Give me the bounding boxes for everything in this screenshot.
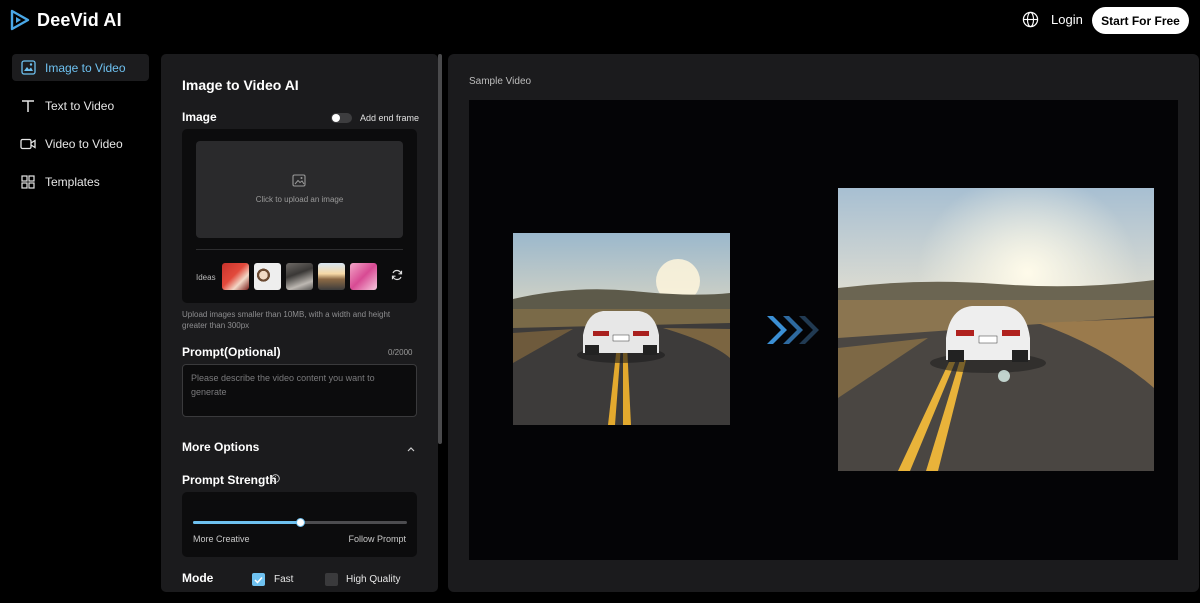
idea-thumbnail[interactable]	[286, 263, 313, 290]
upload-dropzone[interactable]: Click to upload an image	[196, 141, 403, 238]
end-frame-toggle[interactable]	[331, 113, 352, 123]
sidebar-item-text-to-video[interactable]: Text to Video	[12, 92, 149, 119]
slider-thumb[interactable]	[296, 518, 305, 527]
ideas-label: Ideas	[196, 273, 216, 282]
video-camera-icon	[20, 136, 36, 152]
prompt-strength-control: More Creative Follow Prompt	[182, 492, 417, 557]
slider-min-label: More Creative	[193, 534, 250, 544]
mode-fast-checkbox[interactable]	[252, 573, 265, 586]
prompt-char-count: 0/2000	[388, 348, 413, 357]
chevron-up-icon[interactable]	[407, 446, 415, 452]
mode-high-quality-checkbox[interactable]	[325, 573, 338, 586]
idea-thumbnail[interactable]	[318, 263, 345, 290]
sidebar-item-label: Text to Video	[45, 98, 115, 113]
image-upload-area: Click to upload an image Ideas	[182, 129, 417, 303]
sample-video-label: Sample Video	[469, 76, 532, 87]
image-upload-icon	[292, 174, 306, 187]
end-frame-label: Add end frame	[360, 113, 420, 123]
mode-fast-label: Fast	[274, 574, 294, 585]
panel-scrollbar[interactable]	[438, 54, 442, 444]
sidebar-item-templates[interactable]: Templates	[12, 168, 149, 195]
brand-logo[interactable]: DeeVid AI	[10, 9, 122, 31]
idea-thumbnail[interactable]	[254, 263, 281, 290]
start-for-free-button[interactable]: Start For Free	[1092, 7, 1189, 34]
refresh-icon[interactable]	[391, 269, 403, 281]
globe-icon[interactable]	[1022, 11, 1039, 28]
idea-thumbnail[interactable]	[350, 263, 377, 290]
login-link[interactable]: Login	[1051, 12, 1083, 27]
strength-slider[interactable]	[193, 518, 407, 527]
info-icon[interactable]	[271, 474, 280, 483]
divider	[196, 249, 403, 250]
check-icon	[254, 576, 263, 584]
slider-max-label: Follow Prompt	[348, 534, 406, 544]
top-header: DeeVid AI Login Start For Free	[0, 0, 1200, 40]
panel-title: Image to Video AI	[182, 77, 299, 93]
prompt-label: Prompt(Optional)	[182, 345, 281, 359]
text-icon	[20, 98, 36, 114]
generated-video-frame	[838, 188, 1154, 471]
prompt-input[interactable]	[182, 364, 417, 417]
sidebar-item-video-to-video[interactable]: Video to Video	[12, 130, 149, 157]
toggle-knob	[332, 114, 340, 122]
sample-video[interactable]	[469, 100, 1178, 560]
grid-icon	[20, 174, 36, 190]
brand-name: DeeVid AI	[37, 9, 122, 30]
idea-thumbnail[interactable]	[222, 263, 249, 290]
sidebar-item-image-to-video[interactable]: Image to Video	[12, 54, 149, 81]
sidebar-item-label: Video to Video	[45, 136, 123, 151]
preview-panel: Sample Video	[448, 54, 1199, 592]
image-video-icon	[20, 60, 36, 76]
more-options-toggle[interactable]: More Options	[182, 440, 259, 454]
sidebar-item-label: Image to Video	[45, 60, 126, 75]
mode-high-quality-label: High Quality	[346, 574, 401, 585]
sidebar-item-label: Templates	[45, 174, 100, 189]
mode-label: Mode	[182, 571, 214, 585]
form-panel: Image to Video AI Image Add end frame Cl…	[161, 54, 438, 592]
upload-hint: Upload images smaller than 10MB, with a …	[182, 310, 391, 330]
arrow-forward-icon	[767, 316, 819, 344]
source-image	[513, 233, 730, 425]
prompt-strength-label: Prompt Strength	[182, 473, 277, 487]
slider-fill	[193, 521, 300, 524]
play-logo-icon	[10, 9, 30, 31]
image-section-label: Image	[182, 110, 217, 124]
sidebar: Image to Video Text to Video Video to Vi…	[12, 54, 149, 206]
upload-prompt-text: Click to upload an image	[255, 195, 344, 204]
